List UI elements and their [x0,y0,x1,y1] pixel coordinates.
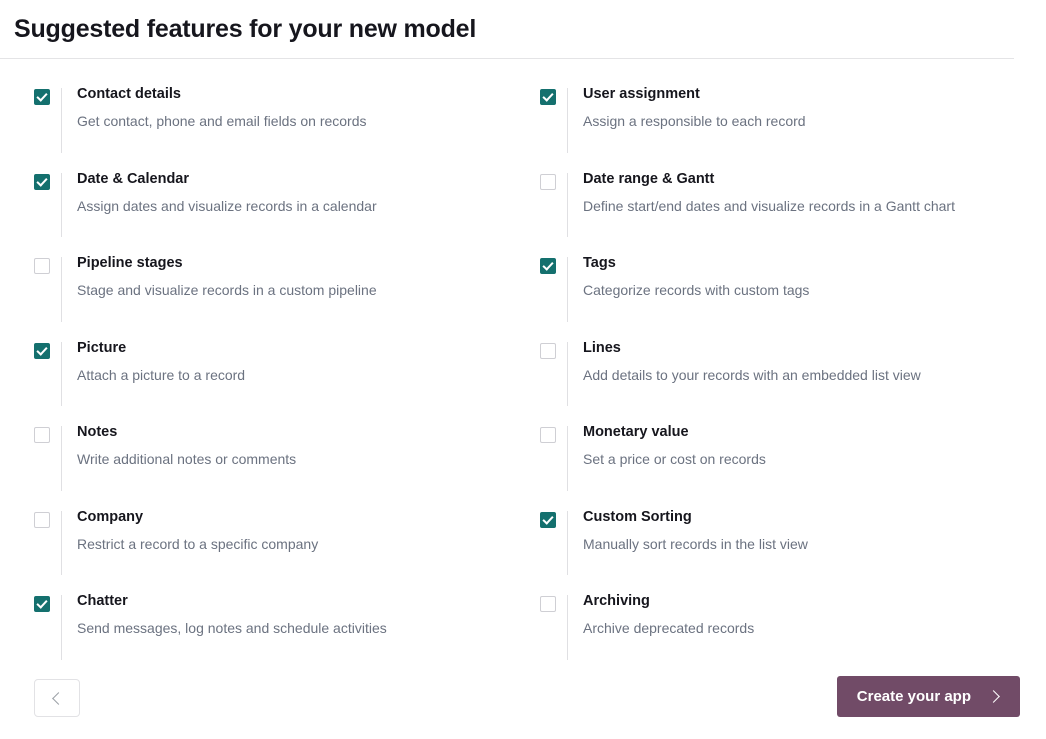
feature-item[interactable]: Date & Calendar Assign dates and visualiz… [14,171,520,256]
checkbox-checked[interactable] [34,343,50,359]
feature-item-text: Chatter Send messages, log notes and sche… [62,593,387,638]
feature-item-text: Date range & Gantt Define start/end dates… [568,171,955,216]
feature-item[interactable]: Contact details Get contact, phone and em… [14,86,520,171]
feature-item-description: Assign dates and visualize records in a … [77,198,377,216]
feature-item-label: Company [77,509,318,526]
back-button[interactable] [34,679,80,717]
feature-item-description: Send messages, log notes and schedule ac… [77,620,387,638]
feature-item-text: Company Restrict a record to a specific c… [62,509,318,554]
feature-item[interactable]: Custom Sorting Manually sort records in t… [520,509,1030,594]
feature-item-label: Date range & Gantt [583,171,955,188]
feature-item-text: Notes Write additional notes or comments [62,424,296,469]
feature-item-description: Add details to your records with an embe… [583,367,921,385]
feature-item-label: Chatter [77,593,387,610]
feature-item-label: Custom Sorting [583,509,808,526]
feature-item-text: Tags Categorize records with custom tags [568,255,809,300]
feature-item-label: Monetary value [583,424,766,441]
feature-item[interactable]: User assignment Assign a responsible to e… [520,86,1030,171]
checkbox-checked[interactable] [540,258,556,274]
feature-item-description: Manually sort records in the list view [583,536,808,554]
feature-item[interactable]: Notes Write additional notes or comments [14,424,520,509]
feature-item-label: Lines [583,340,921,357]
feature-item-description: Archive deprecated records [583,620,754,638]
feature-item[interactable]: Company Restrict a record to a specific c… [14,509,520,594]
feature-item-description: Assign a responsible to each record [583,113,806,131]
feature-item-label: Picture [77,340,245,357]
feature-item-description: Write additional notes or comments [77,451,296,469]
checkbox-checked[interactable] [34,596,50,612]
chevron-left-icon [52,692,65,705]
dialog-footer: Create your app [0,660,1046,739]
feature-item[interactable]: Tags Categorize records with custom tags [520,255,1030,340]
feature-item-text: Pipeline stages Stage and visualize recor… [62,255,377,300]
feature-item-text: Monetary value Set a price or cost on rec… [568,424,766,469]
feature-item-label: Date & Calendar [77,171,377,188]
feature-item-label: Contact details [77,86,367,103]
checkbox-unchecked[interactable] [34,427,50,443]
feature-item-text: Date & Calendar Assign dates and visualiz… [62,171,377,216]
chevron-right-icon [987,690,1000,703]
feature-item[interactable]: Date range & Gantt Define start/end dates… [520,171,1030,256]
feature-item[interactable]: Monetary value Set a price or cost on rec… [520,424,1030,509]
checkbox-unchecked[interactable] [540,343,556,359]
checkbox-checked[interactable] [540,89,556,105]
checkbox-unchecked[interactable] [540,596,556,612]
feature-item-label: Tags [583,255,809,272]
feature-item-description: Set a price or cost on records [583,451,766,469]
feature-item-description: Attach a picture to a record [77,367,245,385]
dialog-header: Suggested features for your new model [0,0,1046,58]
feature-item-text: Lines Add details to your records with an… [568,340,921,385]
feature-item-label: Archiving [583,593,754,610]
checkbox-unchecked[interactable] [540,174,556,190]
create-your-app-button[interactable]: Create your app [837,676,1020,717]
feature-item-label: User assignment [583,86,806,103]
checkbox-unchecked[interactable] [540,427,556,443]
dialog-body: Contact details Get contact, phone and em… [0,59,1046,678]
feature-item-description: Get contact, phone and email fields on r… [77,113,367,131]
feature-item-description: Stage and visualize records in a custom … [77,282,377,300]
feature-list: Contact details Get contact, phone and em… [14,86,1030,678]
feature-item-text: User assignment Assign a responsible to e… [568,86,806,131]
feature-item-description: Restrict a record to a specific company [77,536,318,554]
feature-item[interactable]: Pipeline stages Stage and visualize recor… [14,255,520,340]
checkbox-checked[interactable] [34,174,50,190]
feature-item-description: Define start/end dates and visualize rec… [583,198,955,216]
checkbox-checked[interactable] [540,512,556,528]
page-title: Suggested features for your new model [14,17,476,42]
feature-item-text: Archiving Archive deprecated records [568,593,754,638]
feature-item-text: Custom Sorting Manually sort records in t… [568,509,808,554]
create-your-app-label: Create your app [857,688,971,705]
feature-item[interactable]: Picture Attach a picture to a record [14,340,520,425]
checkbox-unchecked[interactable] [34,512,50,528]
feature-item-label: Pipeline stages [77,255,377,272]
feature-item[interactable]: Lines Add details to your records with an… [520,340,1030,425]
checkbox-checked[interactable] [34,89,50,105]
checkbox-unchecked[interactable] [34,258,50,274]
feature-item-label: Notes [77,424,296,441]
suggested-features-dialog: Suggested features for your new model Co… [0,0,1046,739]
feature-item-description: Categorize records with custom tags [583,282,809,300]
feature-item-text: Contact details Get contact, phone and em… [62,86,367,131]
feature-item-text: Picture Attach a picture to a record [62,340,245,385]
